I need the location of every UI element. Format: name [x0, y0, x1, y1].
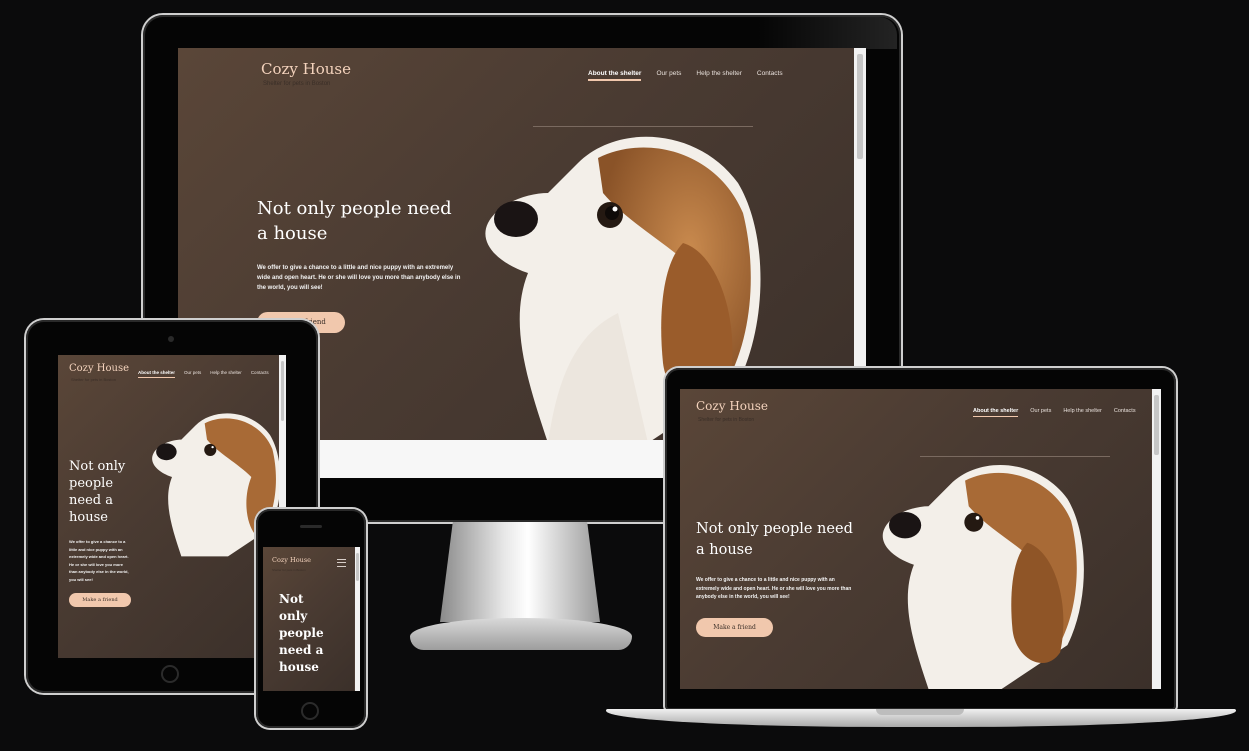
logo-subtitle: Shelter for pets in Boston	[71, 377, 116, 382]
camera-icon	[168, 336, 174, 342]
hero-text: We offer to give a chance to a little an…	[257, 265, 461, 291]
laptop: Cozy House Shelter for pets in Boston Ab…	[665, 368, 1176, 710]
logo-title[interactable]: Cozy House	[272, 556, 311, 564]
nav-help[interactable]: Help the shelter	[1063, 408, 1102, 417]
puppy-image	[882, 465, 1084, 689]
logo-title[interactable]: Cozy House	[261, 60, 351, 78]
logo-title[interactable]: Cozy House	[69, 363, 129, 374]
nav-help[interactable]: Help the shelter	[696, 70, 742, 81]
home-button-icon[interactable]	[301, 702, 319, 720]
monitor-base	[410, 618, 632, 650]
logo-subtitle: Shelter for pets in Boston	[263, 81, 331, 87]
main-nav: About the shelter Our pets Help the shel…	[973, 408, 1136, 417]
main-nav: About the shelter Our pets Help the shel…	[138, 370, 269, 378]
logo-title[interactable]: Cozy House	[696, 399, 768, 413]
hero-title: Not only people need a house	[279, 592, 324, 674]
phone-screen: Cozy House Shelter for pets in Boston No…	[263, 547, 360, 691]
nav-about[interactable]: About the shelter	[588, 70, 642, 81]
hero-text: We offer to give a chance to a little an…	[69, 539, 129, 582]
nav-pets[interactable]: Our pets	[1030, 408, 1051, 417]
nav-about[interactable]: About the shelter	[138, 370, 176, 378]
laptop-scrollbar[interactable]	[1152, 389, 1161, 689]
phone-site: Cozy House Shelter for pets in Boston No…	[263, 547, 354, 691]
hero-title: Not only people need a house	[69, 459, 126, 525]
tablet-site: Cozy House Shelter for pets in Boston Ab…	[58, 355, 281, 658]
monitor-stand	[440, 522, 600, 622]
hero-title: Not only people need a house	[257, 198, 452, 244]
make-friend-button[interactable]: Make a friend	[696, 618, 773, 637]
earpiece	[300, 525, 322, 528]
logo-subtitle: Shelter for pets in Boston	[272, 568, 306, 572]
phone: Cozy House Shelter for pets in Boston No…	[256, 509, 366, 728]
hero-text: We offer to give a chance to a little an…	[696, 577, 852, 600]
laptop-site: Cozy House Shelter for pets in Boston Ab…	[680, 389, 1151, 689]
nav-help[interactable]: Help the shelter	[210, 370, 242, 378]
make-friend-button[interactable]: Make a friend	[69, 593, 131, 607]
nav-pets[interactable]: Our pets	[656, 70, 681, 81]
nav-pets[interactable]: Our pets	[184, 370, 201, 378]
logo-subtitle: Shelter for pets in Boston	[698, 417, 755, 423]
tablet-screen: Cozy House Shelter for pets in Boston Ab…	[58, 355, 286, 658]
nav-contacts[interactable]: Contacts	[251, 370, 269, 378]
nav-contacts[interactable]: Contacts	[1114, 408, 1136, 417]
home-button-icon[interactable]	[161, 665, 179, 683]
nav-contacts[interactable]: Contacts	[757, 70, 783, 81]
hamburger-menu-icon[interactable]	[337, 559, 346, 567]
hero-title: Not only people need a house	[696, 521, 853, 558]
laptop-screen: Cozy House Shelter for pets in Boston Ab…	[680, 389, 1161, 689]
nav-about[interactable]: About the shelter	[973, 408, 1019, 417]
main-nav: About the shelter Our pets Help the shel…	[588, 70, 783, 81]
laptop-notch	[876, 709, 964, 715]
phone-scrollbar[interactable]	[355, 547, 360, 691]
